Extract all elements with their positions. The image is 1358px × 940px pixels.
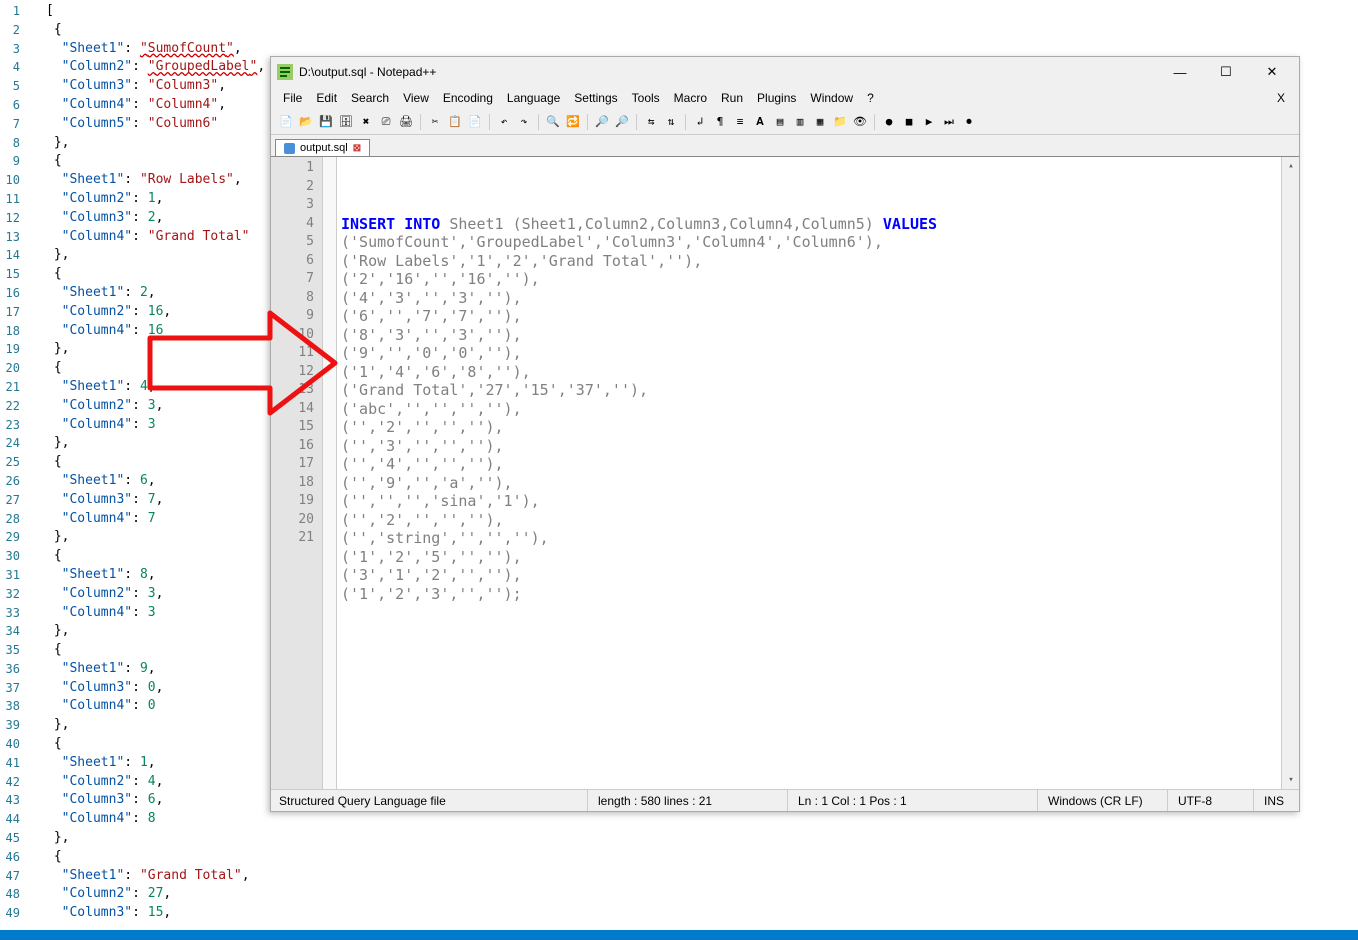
scroll-up-icon[interactable]: ▴ xyxy=(1282,157,1300,175)
menu-item-edit[interactable]: Edit xyxy=(310,89,343,107)
saveall-icon[interactable]: 🗄 xyxy=(337,113,355,131)
print-icon[interactable]: 🖨 xyxy=(397,113,415,131)
replace-icon[interactable]: 🔁 xyxy=(564,113,582,131)
status-language: Structured Query Language file xyxy=(277,790,587,811)
tab-label: output.sql xyxy=(300,142,348,154)
save-macro-icon[interactable]: ⏺ xyxy=(960,113,978,131)
app-icon xyxy=(277,64,293,80)
play-icon[interactable]: ▶ xyxy=(920,113,938,131)
fold-margin xyxy=(323,157,337,789)
doc-icon[interactable]: ▤ xyxy=(771,113,789,131)
save-icon[interactable]: 💾 xyxy=(317,113,335,131)
menu-item-view[interactable]: View xyxy=(397,89,435,107)
maximize-button[interactable]: ☐ xyxy=(1203,57,1249,87)
closeall-icon[interactable]: ⎚ xyxy=(377,113,395,131)
sync2-icon[interactable]: ⇅ xyxy=(662,113,680,131)
status-eol: Windows (CR LF) xyxy=(1037,790,1167,811)
find-icon[interactable]: 🔍 xyxy=(544,113,562,131)
line-number-gutter: 1234567891011121314151617181920212223242… xyxy=(0,0,28,930)
menu-item-search[interactable]: Search xyxy=(345,89,395,107)
menu-item-encoding[interactable]: Encoding xyxy=(437,89,499,107)
dir-icon[interactable]: 📁 xyxy=(831,113,849,131)
status-length: length : 580 lines : 21 xyxy=(587,790,787,811)
vertical-scrollbar[interactable]: ▴ ▾ xyxy=(1281,157,1299,789)
paste-icon[interactable]: 📄 xyxy=(466,113,484,131)
sql-code-area[interactable]: INSERT INTO Sheet1 (Sheet1,Column2,Colum… xyxy=(337,157,1281,789)
editor-body: 123456789101112131415161718192021 INSERT… xyxy=(271,157,1299,789)
tab-strip[interactable]: output.sql ⊠ xyxy=(271,135,1299,157)
statusbar-stripe xyxy=(0,930,1358,940)
menubar[interactable]: FileEditSearchViewEncodingLanguageSettin… xyxy=(271,87,1299,109)
doc3-icon[interactable]: ▦ xyxy=(811,113,829,131)
sync-icon[interactable]: ⇆ xyxy=(642,113,660,131)
menu-item-language[interactable]: Language xyxy=(501,89,566,107)
status-insert: INS xyxy=(1253,790,1294,811)
menu-item-window[interactable]: Window xyxy=(804,89,859,107)
monitor-icon[interactable]: 👁 xyxy=(851,113,869,131)
window-title: D:\output.sql - Notepad++ xyxy=(299,65,436,79)
undo-icon[interactable]: ↶ xyxy=(495,113,513,131)
close-button[interactable]: ✕ xyxy=(1249,57,1295,87)
zoomout-icon[interactable]: 🔎 xyxy=(613,113,631,131)
menu-overflow-button[interactable]: X xyxy=(1269,89,1293,107)
close-icon[interactable]: ✖ xyxy=(357,113,375,131)
wrap-icon[interactable]: ↲ xyxy=(691,113,709,131)
file-tab[interactable]: output.sql ⊠ xyxy=(275,139,370,156)
left-json-editor[interactable]: 1234567891011121314151617181920212223242… xyxy=(0,0,270,930)
tab-close-icon[interactable]: ⊠ xyxy=(353,143,361,154)
menu-item-run[interactable]: Run xyxy=(715,89,749,107)
file-icon xyxy=(284,143,295,154)
menu-item-?[interactable]: ? xyxy=(861,89,880,107)
menu-item-settings[interactable]: Settings xyxy=(568,89,623,107)
line-number-gutter: 123456789101112131415161718192021 xyxy=(271,157,323,789)
new-icon[interactable]: 📄 xyxy=(277,113,295,131)
toolbar[interactable]: 📄📂💾🗄✖⎚🖨✂📋📄↶↷🔍🔁🔎🔎⇆⇅↲¶≡𝐀▤▥▦📁👁●■▶⏭⏺ xyxy=(271,109,1299,135)
titlebar[interactable]: D:\output.sql - Notepad++ — ☐ ✕ xyxy=(271,57,1299,87)
json-code-area[interactable]: [ { "Sheet1": "SumofCount", "Column2": "… xyxy=(28,0,270,930)
current-line-highlight xyxy=(337,159,1281,178)
open-icon[interactable]: 📂 xyxy=(297,113,315,131)
indent-icon[interactable]: ≡ xyxy=(731,113,749,131)
doc2-icon[interactable]: ▥ xyxy=(791,113,809,131)
status-encoding: UTF-8 xyxy=(1167,790,1253,811)
allchars-icon[interactable]: ¶ xyxy=(711,113,729,131)
minimize-button[interactable]: — xyxy=(1157,57,1203,87)
notepadpp-window: D:\output.sql - Notepad++ — ☐ ✕ FileEdit… xyxy=(270,56,1300,812)
playn-icon[interactable]: ⏭ xyxy=(940,113,958,131)
lang-icon[interactable]: 𝐀 xyxy=(751,113,769,131)
menu-item-tools[interactable]: Tools xyxy=(626,89,666,107)
scroll-down-icon[interactable]: ▾ xyxy=(1282,771,1300,789)
statusbar: Structured Query Language file length : … xyxy=(271,789,1299,811)
redo-icon[interactable]: ↷ xyxy=(515,113,533,131)
cut-icon[interactable]: ✂ xyxy=(426,113,444,131)
menu-item-plugins[interactable]: Plugins xyxy=(751,89,802,107)
rec-icon[interactable]: ● xyxy=(880,113,898,131)
status-position: Ln : 1 Col : 1 Pos : 1 xyxy=(787,790,1037,811)
menu-item-macro[interactable]: Macro xyxy=(668,89,713,107)
zoomin-icon[interactable]: 🔎 xyxy=(593,113,611,131)
copy-icon[interactable]: 📋 xyxy=(446,113,464,131)
menu-item-file[interactable]: File xyxy=(277,89,308,107)
stop-icon[interactable]: ■ xyxy=(900,113,918,131)
